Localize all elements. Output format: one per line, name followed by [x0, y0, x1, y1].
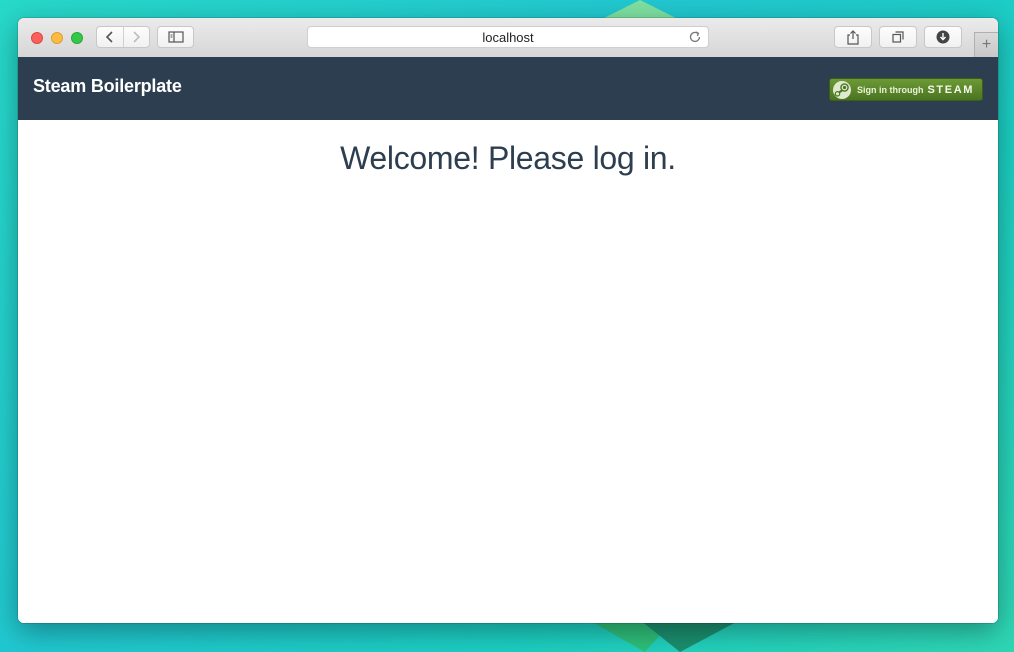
browser-toolbar: localhost + — [18, 18, 998, 58]
reload-icon[interactable] — [688, 30, 702, 44]
navigation-buttons — [96, 26, 150, 48]
sidebar-icon — [167, 31, 184, 43]
chevron-right-icon — [133, 31, 141, 43]
background-shard — [600, 0, 680, 20]
address-bar[interactable]: localhost — [307, 26, 709, 48]
address-text: localhost — [482, 29, 534, 45]
browser-window: localhost + Steam Boilerplate Sign in th… — [18, 18, 998, 623]
steam-logo-icon — [833, 80, 851, 99]
tabs-button[interactable] — [879, 26, 917, 48]
download-icon — [936, 30, 950, 44]
plus-icon: + — [981, 36, 992, 53]
page-content: Welcome! Please log in. — [18, 120, 998, 623]
close-window-button[interactable] — [31, 32, 43, 44]
welcome-heading: Welcome! Please log in. — [340, 140, 676, 176]
site-brand[interactable]: Steam Boilerplate — [33, 76, 182, 97]
signin-prefix-text: Sign in through — [857, 84, 924, 95]
tabs-icon — [892, 31, 904, 43]
minimize-window-button[interactable] — [51, 32, 63, 44]
share-icon — [847, 29, 859, 45]
downloads-button[interactable] — [924, 26, 962, 48]
back-button[interactable] — [97, 27, 123, 47]
sidebar-button[interactable] — [157, 26, 194, 48]
forward-button[interactable] — [122, 27, 150, 47]
site-navbar: Steam Boilerplate Sign in through STEAM — [18, 57, 998, 120]
steam-signin-button[interactable]: Sign in through STEAM — [829, 78, 983, 101]
steam-wordmark: STEAM — [927, 83, 974, 96]
new-tab-button[interactable]: + — [974, 32, 998, 57]
zoom-window-button[interactable] — [71, 32, 83, 44]
background-shard — [640, 620, 740, 652]
share-button[interactable] — [834, 26, 872, 48]
chevron-left-icon — [105, 31, 113, 43]
